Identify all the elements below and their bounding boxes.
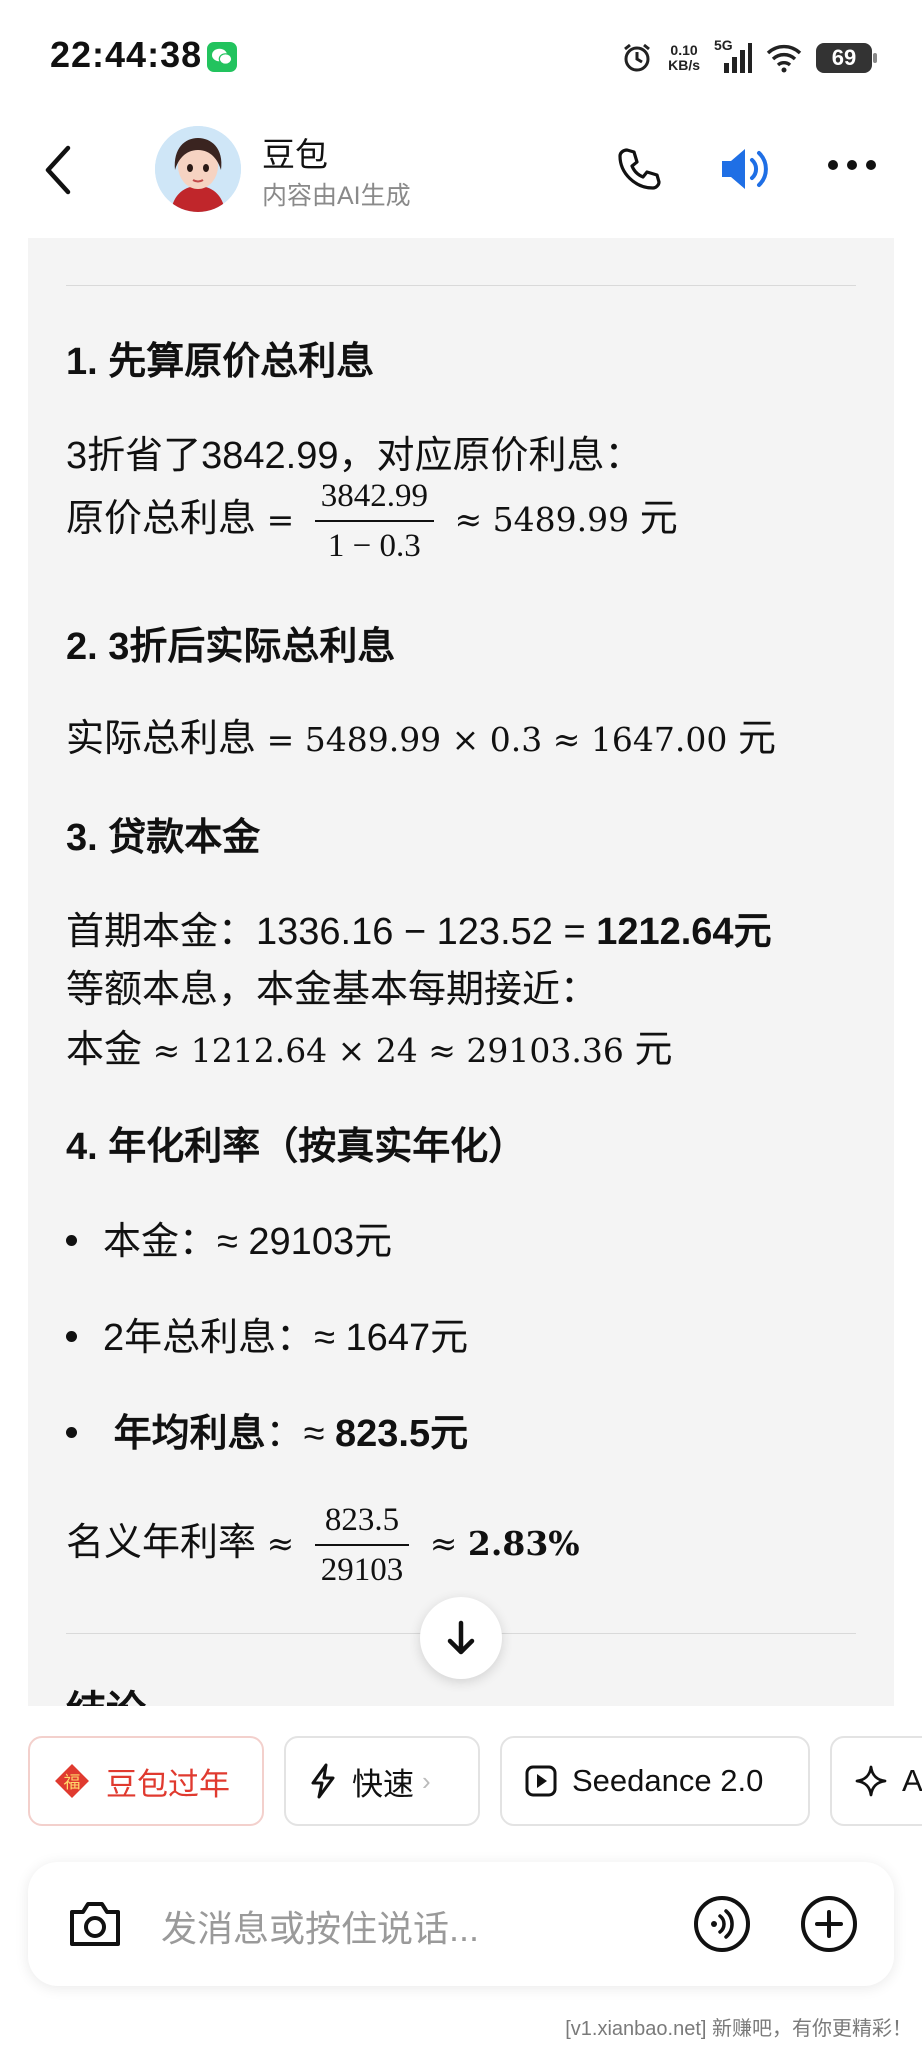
bullet3-value: 823.5元 bbox=[335, 1413, 469, 1455]
chat-title: 豆包 bbox=[262, 136, 328, 173]
sparkle-icon bbox=[854, 1764, 888, 1798]
chevron-left-icon bbox=[45, 145, 71, 195]
approx-sign: ≈ bbox=[429, 1524, 468, 1564]
more-button[interactable] bbox=[826, 158, 878, 177]
net-speed: 0.10 KB/s bbox=[668, 43, 700, 73]
watermark: [v1.xianbao.net] 新赚吧，有你更精彩！ bbox=[565, 2018, 912, 2040]
network-type: 5G bbox=[714, 37, 733, 53]
chip-more[interactable]: A bbox=[830, 1736, 922, 1826]
wechat-notification-icon bbox=[207, 42, 237, 72]
s1-unit: 元 bbox=[639, 498, 678, 541]
rate-frac-numerator: 823.5 bbox=[314, 1498, 410, 1546]
chip-label: 豆包过年 bbox=[106, 1766, 230, 1802]
rate-frac-denominator: 29103 bbox=[320, 1552, 404, 1588]
section-title-1: 1. 先算原价总利息 bbox=[66, 341, 375, 383]
speaker-icon bbox=[722, 149, 768, 189]
bullet3-label: 年均利息 bbox=[113, 1413, 266, 1455]
net-speed-unit: KB/s bbox=[668, 57, 700, 73]
voice-wave-icon bbox=[694, 1896, 750, 1952]
status-time: 22:44:38 bbox=[50, 34, 203, 75]
bullet-total-interest: 2年总利息：≈ 1647元 bbox=[66, 1306, 468, 1361]
divider bbox=[66, 285, 856, 286]
s3-first-principal: 1212.64元 bbox=[596, 911, 772, 953]
s3-equation: 本金 ≈ 1212.64 × 24 ≈ 29103.36 元 bbox=[66, 1018, 672, 1073]
rate-label: 名义年利率 bbox=[66, 1522, 257, 1565]
bullet-annual-interest: 年均利息：≈ 823.5元 bbox=[66, 1402, 469, 1457]
s1-fraction: 3842.99 1 − 0.3 bbox=[314, 474, 434, 568]
chip-seedance[interactable]: Seedance 2.0 bbox=[500, 1736, 810, 1826]
chip-label: 快速 bbox=[352, 1766, 414, 1802]
chip-fast[interactable]: 快速 › bbox=[284, 1736, 480, 1826]
svg-text:福: 福 bbox=[64, 1773, 81, 1793]
fortune-icon: 福 bbox=[52, 1761, 92, 1801]
call-button[interactable] bbox=[615, 145, 663, 198]
s1-frac-numerator: 3842.99 bbox=[314, 474, 434, 522]
s2-equation: 实际总利息 = 5489.99 × 0.3 ≈ 1647.00 元 bbox=[66, 707, 776, 762]
wifi-icon bbox=[766, 44, 802, 73]
section-title-2: 2. 3折后实际总利息 bbox=[66, 626, 396, 668]
status-bar: 22:44:38 0.10 KB/s 5G 69 bbox=[0, 0, 922, 110]
equals-sign: = bbox=[266, 500, 305, 540]
chip-doubao-new-year[interactable]: 福 豆包过年 bbox=[28, 1736, 264, 1826]
rate-fraction: 823.5 29103 bbox=[314, 1498, 410, 1592]
rate-equation: 名义年利率 ≈ 823.5 29103 ≈ 2.83% bbox=[66, 1498, 580, 1592]
plus-icon bbox=[801, 1896, 857, 1952]
camera-button[interactable] bbox=[66, 1898, 124, 1955]
chip-label: A bbox=[902, 1763, 922, 1798]
message-input[interactable]: 发消息或按住说话... bbox=[161, 1900, 479, 1952]
section-title-4: 4. 年化利率（按真实年化） bbox=[66, 1126, 527, 1168]
conclusion-heading: 结论 bbox=[66, 1678, 146, 1706]
rate-result: 2.83% bbox=[467, 1524, 580, 1564]
s3-line2: 等额本息，本金基本每期接近： bbox=[66, 969, 599, 1011]
voice-call-button[interactable] bbox=[692, 1894, 752, 1959]
message-input-bar: 发消息或按住说话... bbox=[28, 1862, 894, 1986]
status-icons: 0.10 KB/s 5G 69 bbox=[620, 37, 877, 78]
s2-eq-label: 实际总利息 bbox=[66, 718, 257, 760]
s3-line1-text: 首期本金：1336.16 − 123.52 = bbox=[66, 911, 597, 953]
bullet-principal: 本金：≈ 29103元 bbox=[66, 1210, 392, 1265]
net-speed-value: 0.10 bbox=[670, 42, 698, 58]
cellular-signal-icon: 5G bbox=[714, 37, 752, 75]
scroll-to-bottom-button[interactable] bbox=[420, 1597, 502, 1679]
chevron-right-icon: › bbox=[422, 1765, 431, 1796]
lightning-icon bbox=[308, 1762, 338, 1800]
approx-sign: ≈ bbox=[266, 1524, 305, 1564]
phone-icon bbox=[618, 148, 661, 190]
s2-eq-expr: = 5489.99 × 0.3 ≈ 1647.00 bbox=[266, 720, 728, 759]
add-attachment-button[interactable] bbox=[799, 1894, 859, 1959]
s3-unit: 元 bbox=[634, 1029, 673, 1071]
s1-text: 3折省了3842.99，对应原价利息： bbox=[66, 435, 643, 477]
battery-icon: 69 bbox=[816, 43, 877, 73]
more-icon bbox=[828, 160, 876, 170]
s1-eq-result: ≈ 5489.99 bbox=[454, 500, 630, 540]
section-title-3: 3. 贷款本金 bbox=[66, 817, 261, 859]
camera-icon bbox=[70, 1902, 120, 1946]
avatar[interactable] bbox=[155, 126, 241, 212]
s1-frac-denominator: 1 − 0.3 bbox=[327, 528, 421, 564]
chip-label: Seedance 2.0 bbox=[572, 1763, 764, 1798]
back-button[interactable] bbox=[38, 140, 82, 200]
message-content: 1. 先算原价总利息 3折省了3842.99，对应原价利息： 原价总利息 = 3… bbox=[28, 238, 894, 1706]
bullet3-sep: ：≈ bbox=[265, 1413, 335, 1455]
s1-eq-label: 原价总利息 bbox=[66, 498, 257, 541]
speaker-button[interactable] bbox=[718, 143, 776, 200]
ai-disclaimer: 内容由AI生成 bbox=[262, 182, 411, 210]
s3-eq-label: 本金 bbox=[66, 1029, 143, 1071]
quick-chips: 福 豆包过年 快速 › Seedance 2.0 A bbox=[0, 1736, 922, 1828]
chat-header: 豆包 内容由AI生成 bbox=[0, 110, 922, 230]
s3-line1: 首期本金：1336.16 − 123.52 = 1212.64元 bbox=[66, 900, 772, 955]
play-icon bbox=[524, 1764, 558, 1798]
arrow-down-icon bbox=[447, 1620, 475, 1655]
s2-unit: 元 bbox=[737, 718, 776, 760]
s1-equation: 原价总利息 = 3842.99 1 − 0.3 ≈ 5489.99 元 bbox=[66, 474, 678, 568]
s3-eq-expr: ≈ 1212.64 × 24 ≈ 29103.36 bbox=[152, 1031, 624, 1070]
alarm-icon bbox=[624, 43, 651, 72]
